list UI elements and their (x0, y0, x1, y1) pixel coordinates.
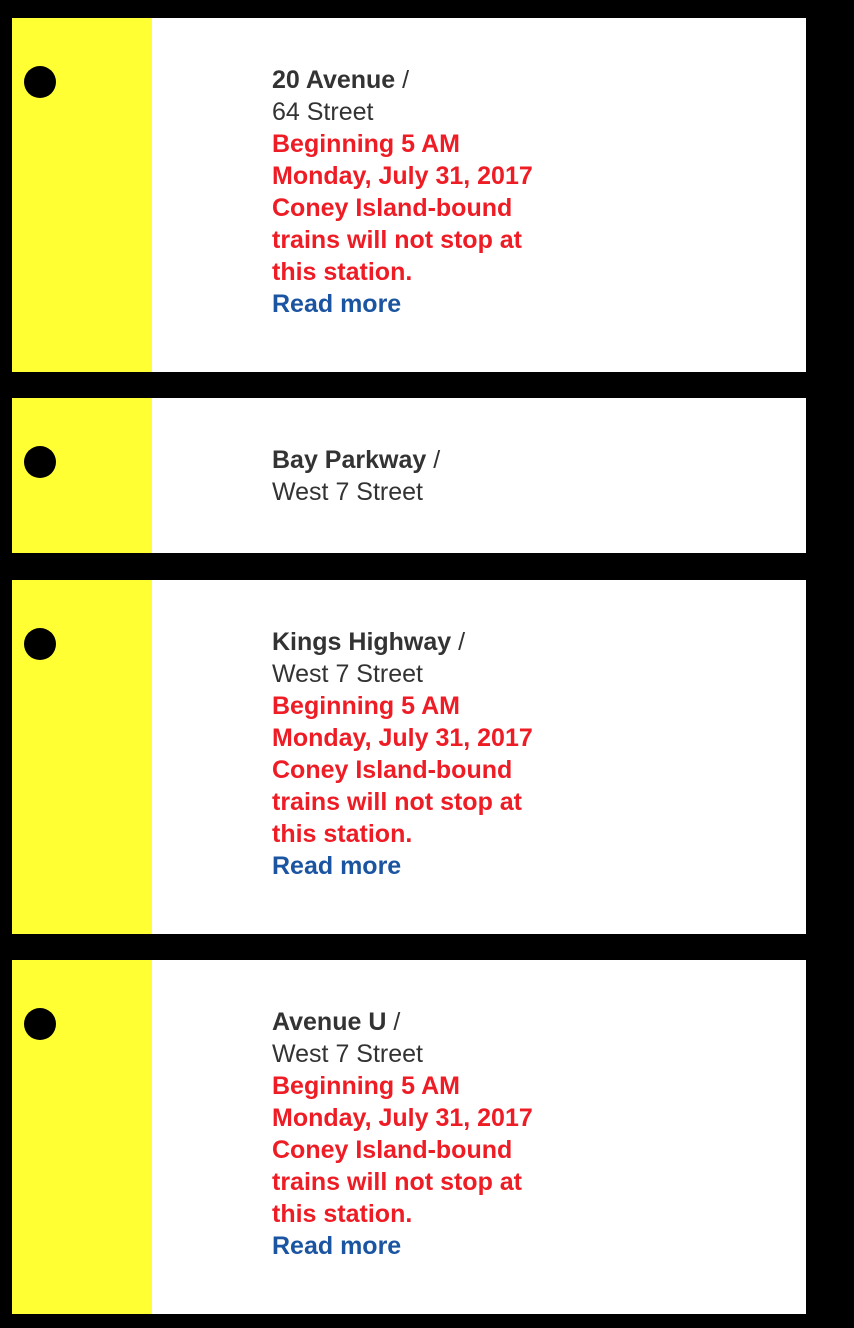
station-card-kings-highway: Kings Highway / West 7 Street Beginning … (12, 580, 806, 934)
read-more-link[interactable]: Read more (272, 850, 401, 882)
station-card-avenue-u: Avenue U / West 7 Street Beginning 5 AM … (12, 960, 806, 1314)
station-name-separator: / (393, 1008, 401, 1036)
station-info: 20 Avenue / 64 Street Beginning 5 AM Mon… (272, 64, 792, 320)
station-info: Bay Parkway / West 7 Street (272, 444, 792, 508)
station-card-20-avenue: 20 Avenue / 64 Street Beginning 5 AM Mon… (12, 18, 806, 372)
station-name-separator: / (433, 446, 441, 474)
read-more-link[interactable]: Read more (272, 1230, 401, 1262)
station-cross-street: West 7 Street (272, 478, 423, 506)
station-primary-name: 20 Avenue (272, 66, 396, 94)
station-card-bay-parkway: Bay Parkway / West 7 Street (12, 398, 806, 553)
station-name: 20 Avenue / (272, 64, 792, 96)
stop-dot-icon (24, 66, 56, 98)
stop-dot-icon (24, 446, 56, 478)
read-more-link[interactable]: Read more (272, 288, 401, 320)
station-name-separator: / (402, 66, 410, 94)
stop-dot-icon (24, 628, 56, 660)
station-name: Kings Highway / (272, 626, 792, 658)
station-primary-name: Kings Highway (272, 628, 452, 656)
station-name-separator: / (458, 628, 466, 656)
station-cross-street: 64 Street (272, 98, 374, 126)
station-cross-street: West 7 Street (272, 660, 423, 688)
station-primary-name: Bay Parkway (272, 446, 427, 474)
stop-dot-icon (24, 1008, 56, 1040)
service-alert: Beginning 5 AM Monday, July 31, 2017 Con… (272, 130, 533, 286)
station-info: Kings Highway / West 7 Street Beginning … (272, 626, 792, 882)
service-alert: Beginning 5 AM Monday, July 31, 2017 Con… (272, 1072, 533, 1228)
station-name: Avenue U / (272, 1006, 792, 1038)
station-info: Avenue U / West 7 Street Beginning 5 AM … (272, 1006, 792, 1262)
station-cross-street: West 7 Street (272, 1040, 423, 1068)
station-name: Bay Parkway / (272, 444, 792, 476)
station-primary-name: Avenue U (272, 1008, 387, 1036)
service-alert: Beginning 5 AM Monday, July 31, 2017 Con… (272, 692, 533, 848)
